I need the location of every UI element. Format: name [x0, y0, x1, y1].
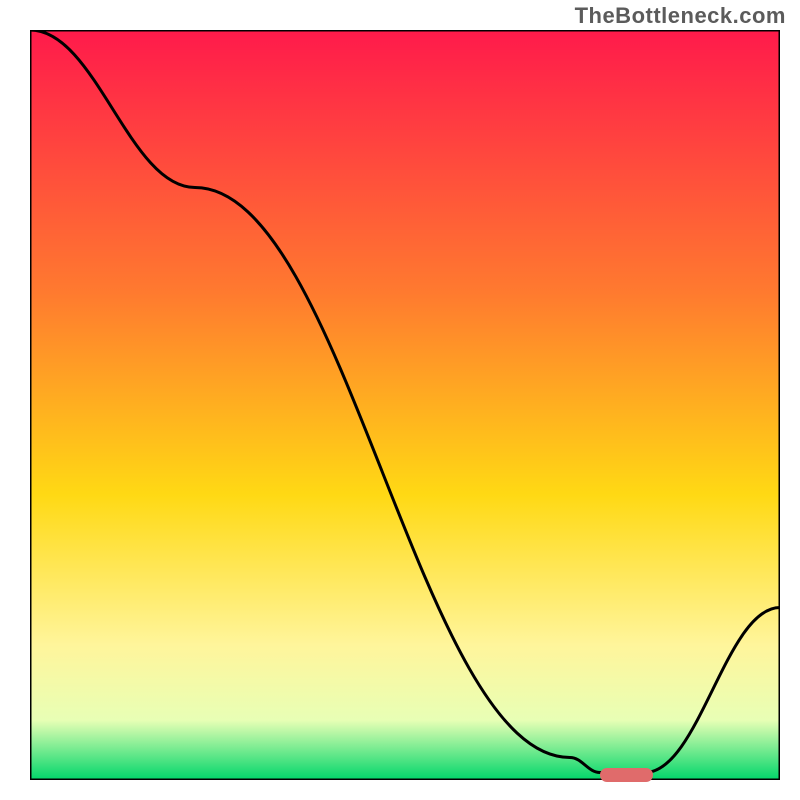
chart-svg	[30, 30, 780, 780]
gradient-background	[30, 30, 780, 780]
chart-frame: TheBottleneck.com	[0, 0, 800, 800]
plot-area	[30, 30, 780, 780]
watermark-text: TheBottleneck.com	[575, 3, 786, 29]
optimal-range-marker	[600, 768, 653, 782]
